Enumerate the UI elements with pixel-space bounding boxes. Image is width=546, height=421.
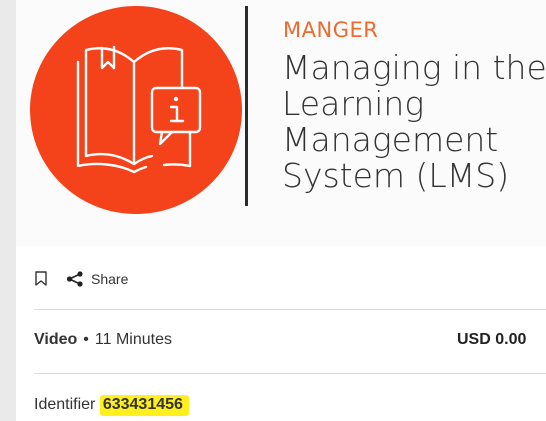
divider — [34, 373, 546, 374]
duration: 11 Minutes — [94, 331, 172, 348]
identifier-label: Identifier — [34, 396, 96, 413]
course-title: Managing in the Learning Management Syst… — [282, 48, 546, 195]
action-bar: Share — [34, 266, 128, 292]
banner-divider — [245, 6, 248, 206]
share-icon — [66, 271, 83, 287]
share-label: Share — [91, 271, 129, 287]
share-button[interactable]: Share — [66, 271, 128, 287]
price: USD 0.00 — [457, 331, 527, 348]
meta-separator: • — [83, 331, 89, 348]
course-logo — [30, 6, 242, 214]
open-book-info-icon — [76, 45, 202, 174]
bookmark-icon[interactable] — [34, 270, 48, 288]
brand-label: MANGER — [283, 18, 379, 42]
content-type: Video — [34, 331, 78, 348]
course-banner: MANGER Managing in the Learning Manageme… — [16, 0, 546, 246]
identifier-row: Identifier 633431456 — [34, 395, 189, 416]
course-meta: Video • 11 Minutes — [34, 331, 172, 349]
identifier-value: 633431456 — [99, 395, 189, 416]
page-root: MANGER Managing in the Learning Manageme… — [0, 0, 546, 421]
divider — [34, 309, 546, 310]
